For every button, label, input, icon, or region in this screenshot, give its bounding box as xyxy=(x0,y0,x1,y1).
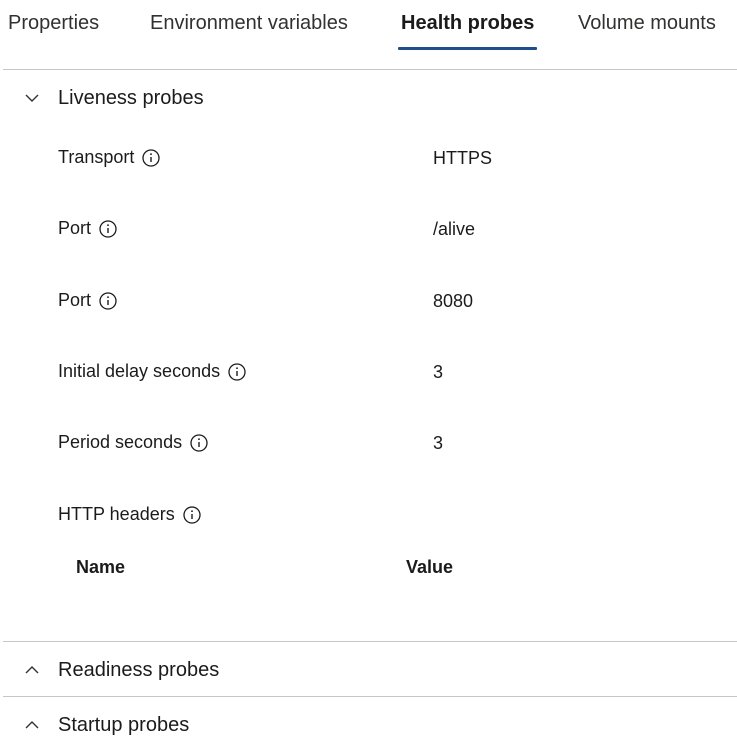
tab-volume-mounts[interactable]: Volume mounts xyxy=(578,12,716,35)
liveness-probes-title: Liveness probes xyxy=(58,87,204,109)
http-headers-row: HTTP headers xyxy=(0,502,737,532)
property-label: Initial delay seconds xyxy=(58,361,221,381)
tab-environment-variables[interactable]: Environment variables xyxy=(150,12,348,35)
info-icon[interactable] xyxy=(228,362,246,381)
property-row-transport: Transport HTTPS xyxy=(0,145,737,175)
readiness-probes-title: Readiness probes xyxy=(58,659,220,681)
property-label: Transport xyxy=(58,147,135,167)
property-label: Port xyxy=(58,218,92,238)
info-icon[interactable] xyxy=(183,505,201,524)
startup-probes-header[interactable]: Startup probes xyxy=(0,704,737,746)
property-value: 8080 xyxy=(433,291,474,311)
startup-probes-title: Startup probes xyxy=(58,714,190,736)
column-header-name: Name xyxy=(76,557,126,577)
property-label: Port xyxy=(58,290,92,310)
tab-divider xyxy=(3,69,737,70)
chevron-up-icon xyxy=(25,721,39,729)
http-headers-label: HTTP headers xyxy=(58,504,175,524)
info-icon[interactable] xyxy=(99,219,117,238)
column-header-value: Value xyxy=(406,557,454,577)
tab-properties[interactable]: Properties xyxy=(8,12,99,35)
property-value: HTTPS xyxy=(433,148,493,168)
property-row-initial-delay: Initial delay seconds 3 xyxy=(0,359,737,389)
property-value: 3 xyxy=(433,433,444,453)
info-icon[interactable] xyxy=(190,433,208,452)
property-value: 3 xyxy=(433,362,444,382)
active-tab-indicator xyxy=(398,47,537,50)
section-divider xyxy=(3,696,737,697)
tab-bar: Properties Environment variables Health … xyxy=(0,0,737,70)
property-row-period-seconds: Period seconds 3 xyxy=(0,430,737,460)
property-label: Period seconds xyxy=(58,432,183,452)
info-icon[interactable] xyxy=(142,148,161,167)
liveness-probes-header[interactable]: Liveness probes xyxy=(0,78,737,120)
readiness-probes-header[interactable]: Readiness probes xyxy=(0,649,737,691)
chevron-down-icon xyxy=(25,94,39,102)
property-row-port-number: Port 8080 xyxy=(0,288,737,318)
section-divider xyxy=(3,641,737,642)
property-row-port-path: Port /alive xyxy=(0,216,737,246)
chevron-up-icon xyxy=(25,666,39,674)
info-icon[interactable] xyxy=(99,291,117,310)
property-value: /alive xyxy=(433,219,476,239)
tab-health-probes[interactable]: Health probes xyxy=(401,12,534,35)
